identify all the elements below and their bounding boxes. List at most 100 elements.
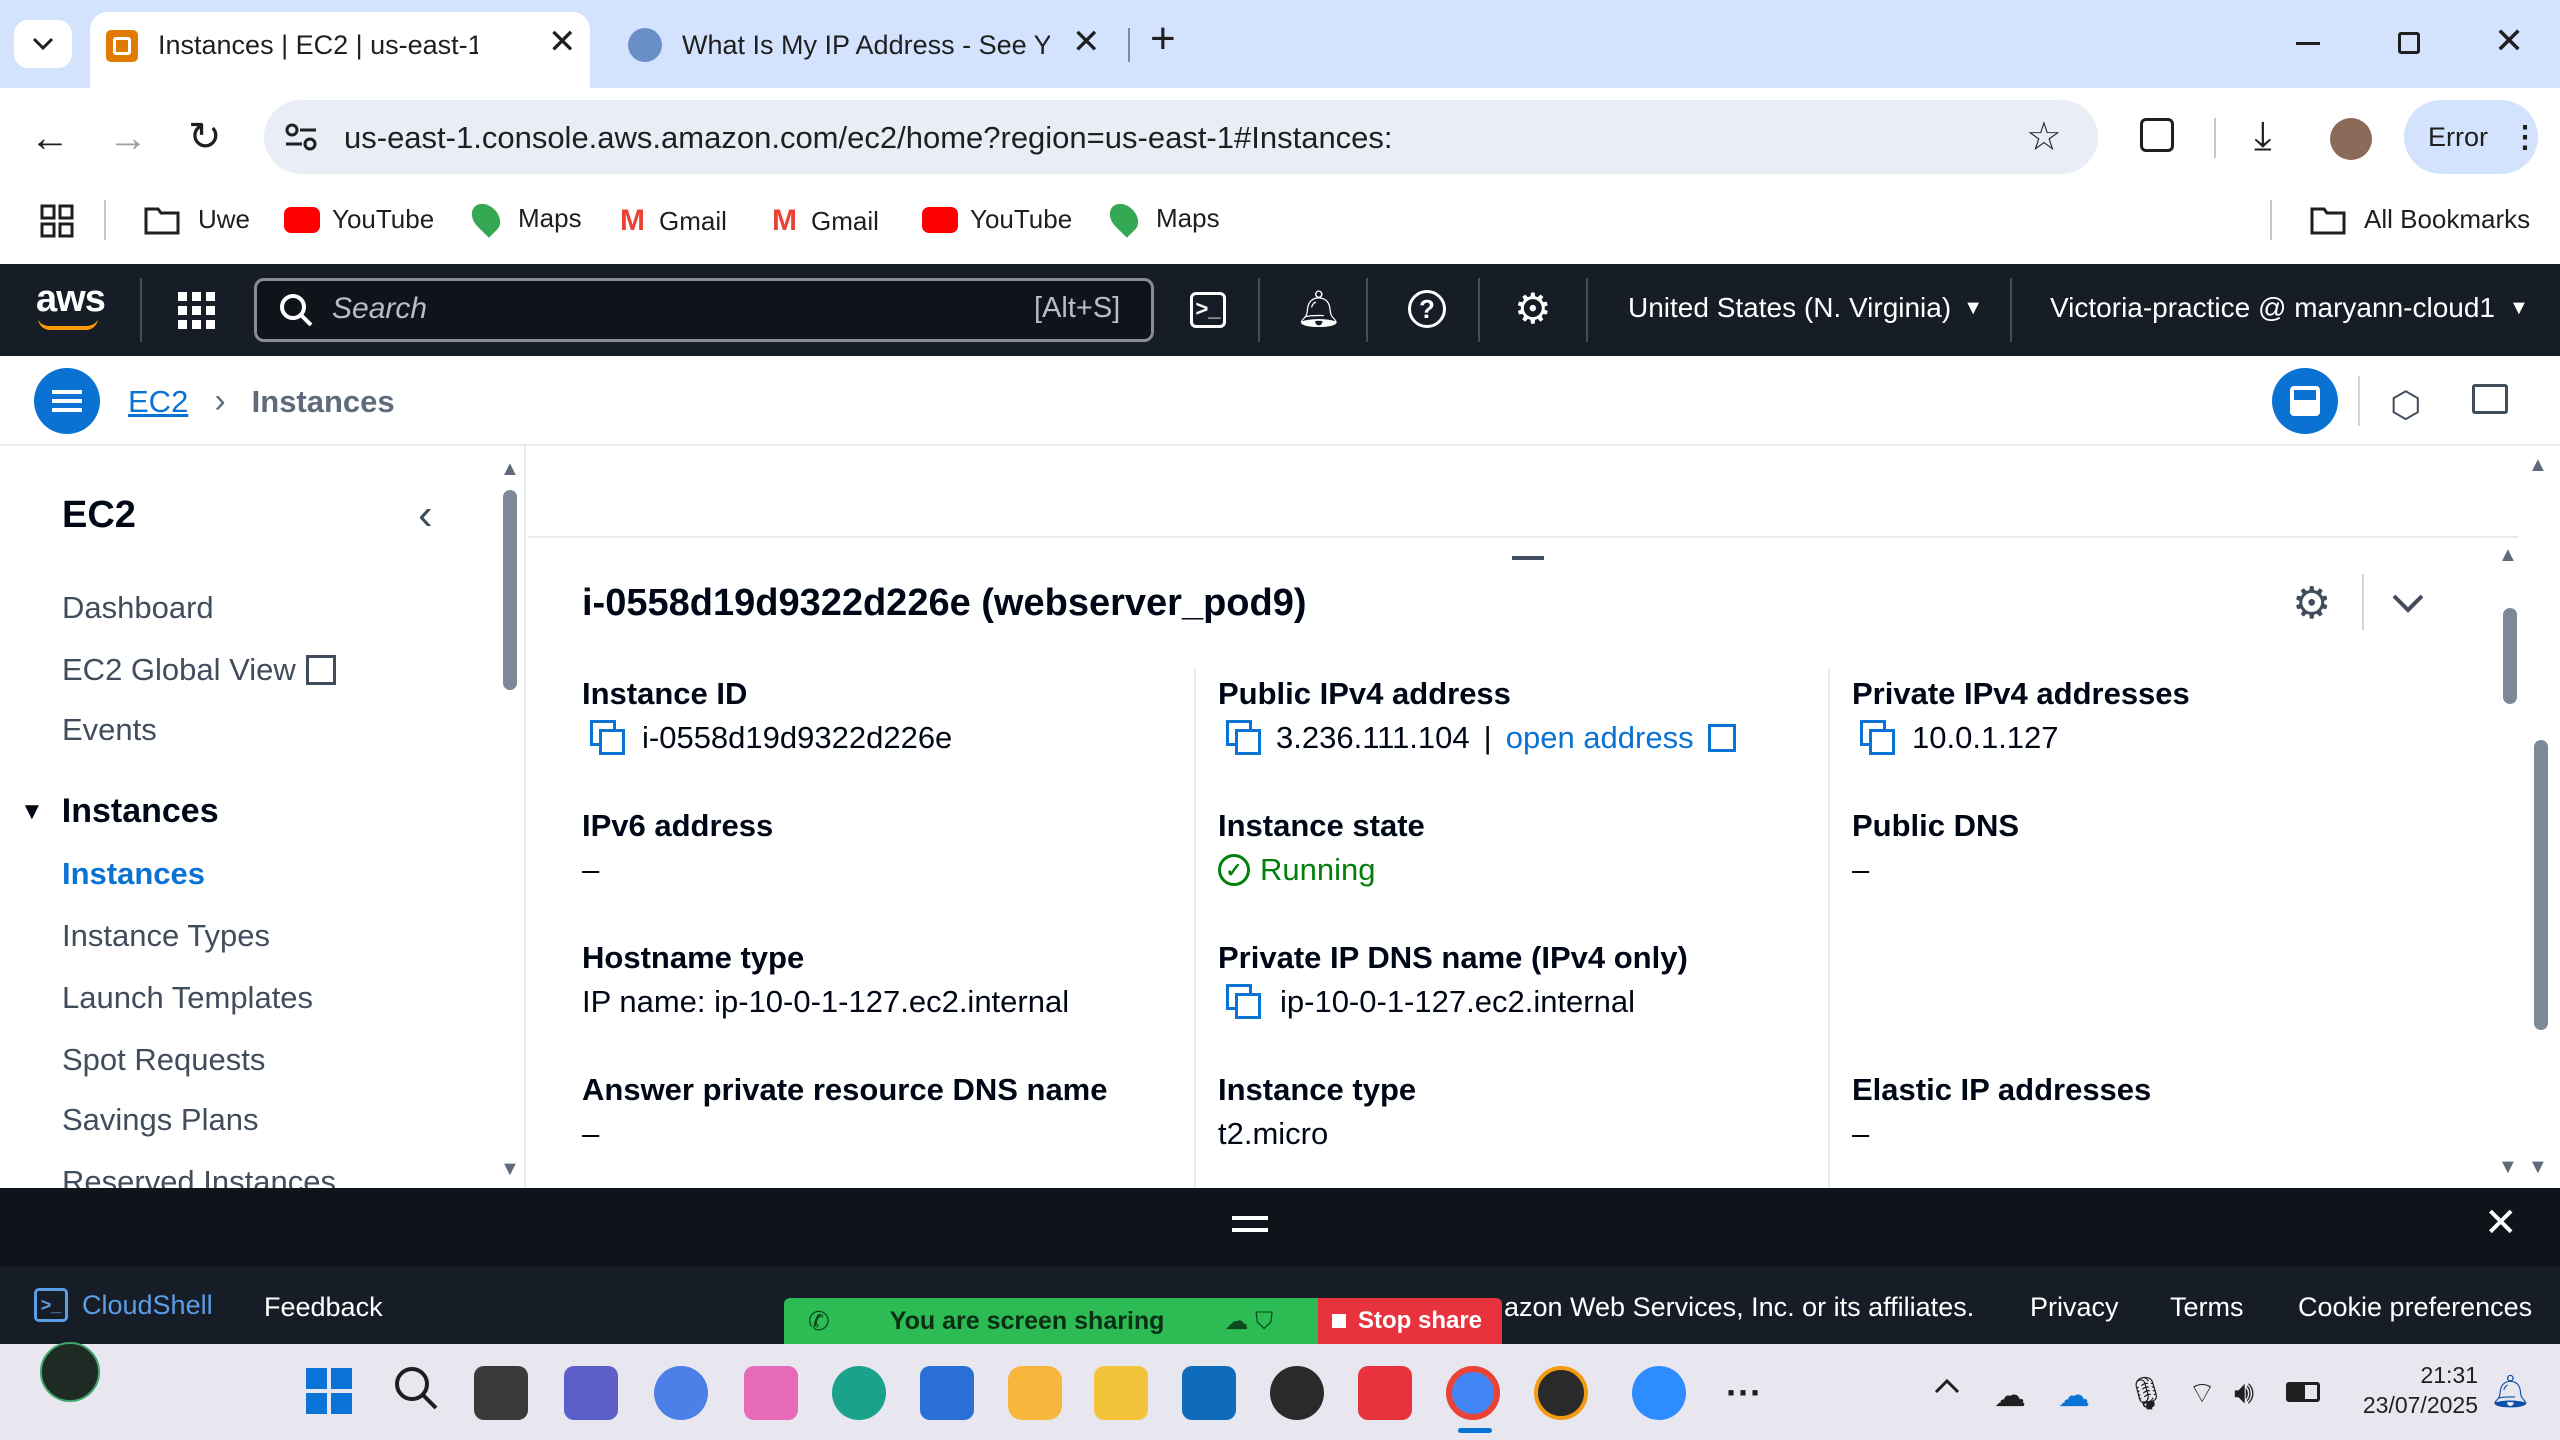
resize-handle[interactable] bbox=[1512, 556, 1544, 560]
scroll-up-icon[interactable]: ▲ bbox=[500, 458, 520, 481]
forward-icon[interactable]: → bbox=[108, 116, 148, 161]
bookmark-gmail[interactable]: M Gmail bbox=[772, 204, 879, 238]
sidebar-item-launch-templates[interactable]: Launch Templates bbox=[62, 980, 313, 1016]
scroll-up-icon[interactable]: ▲ bbox=[2528, 454, 2548, 477]
copy-icon[interactable] bbox=[1226, 720, 1262, 756]
windows-start-icon[interactable] bbox=[306, 1368, 352, 1414]
cloudshell-button[interactable]: >_ CloudShell bbox=[34, 1288, 213, 1322]
hand-app-icon[interactable] bbox=[1008, 1366, 1062, 1420]
help-icon[interactable]: ? bbox=[1408, 290, 1446, 328]
task-view-icon[interactable] bbox=[474, 1366, 528, 1420]
account-menu[interactable]: Victoria-practice @ maryann-cloud1 ▼ bbox=[2050, 292, 2529, 324]
onedrive-icon[interactable]: ☁ bbox=[1994, 1376, 2026, 1414]
close-tab-icon[interactable]: ✕ bbox=[1072, 22, 1101, 62]
collapse-sidebar-icon[interactable]: ‹ bbox=[418, 490, 433, 540]
wps-office-icon[interactable] bbox=[1358, 1366, 1412, 1420]
edge-icon[interactable] bbox=[832, 1366, 886, 1420]
copilot-icon[interactable] bbox=[654, 1366, 708, 1420]
battery-icon[interactable] bbox=[2286, 1382, 2320, 1402]
microphone-icon[interactable]: 🎙︎ bbox=[2126, 1374, 2167, 1412]
open-address-link[interactable]: open address bbox=[1506, 720, 1694, 756]
sidebar-item-instance-types[interactable]: Instance Types bbox=[62, 918, 270, 954]
reload-icon[interactable]: ↻ bbox=[188, 114, 222, 160]
minimize-icon[interactable] bbox=[2296, 42, 2320, 45]
zoom-icon[interactable] bbox=[1632, 1366, 1686, 1420]
restore-icon[interactable] bbox=[2398, 32, 2420, 54]
panel-scrollbar[interactable] bbox=[2503, 608, 2517, 704]
split-panel-toggle-icon[interactable] bbox=[2272, 368, 2338, 434]
stop-share-button[interactable]: Stop share bbox=[1318, 1298, 1502, 1344]
settings-gear-icon[interactable]: ⚙ bbox=[2292, 578, 2331, 629]
bookmark-gmail[interactable]: M Gmail bbox=[620, 204, 727, 238]
media-player-icon[interactable] bbox=[1534, 1366, 1588, 1420]
new-tab-icon[interactable]: + bbox=[1150, 14, 1176, 64]
all-bookmarks-button[interactable]: All Bookmarks bbox=[2310, 204, 2530, 235]
more-menu-icon[interactable]: ⋮ bbox=[2510, 120, 2540, 155]
clock-time[interactable]: 21:31 bbox=[2352, 1362, 2478, 1389]
tab-search-button[interactable] bbox=[14, 20, 72, 68]
bookmark-maps[interactable]: Maps bbox=[1104, 198, 1220, 238]
download-icon[interactable]: ⤓ bbox=[2254, 114, 2272, 159]
bookmark-youtube[interactable]: YouTube bbox=[284, 204, 434, 235]
bookmark-youtube[interactable]: YouTube bbox=[922, 204, 1072, 235]
scroll-down-icon[interactable]: ▼ bbox=[2528, 1156, 2548, 1179]
extensions-icon[interactable] bbox=[2140, 118, 2174, 152]
notification-bell-icon[interactable]: 🔔︎ bbox=[2490, 1372, 2531, 1410]
breadcrumb-ec2-link[interactable]: EC2 bbox=[128, 384, 188, 420]
m365-copilot-icon[interactable] bbox=[744, 1366, 798, 1420]
close-icon[interactable]: ✕ bbox=[2484, 1200, 2518, 1246]
onedrive-business-icon[interactable]: ☁ bbox=[2058, 1376, 2090, 1414]
profile-avatar[interactable] bbox=[2330, 118, 2372, 160]
copy-icon[interactable] bbox=[1226, 984, 1262, 1020]
sidebar-item-reserved-instances[interactable]: Reserved Instances bbox=[62, 1164, 336, 1188]
chrome-icon[interactable] bbox=[1446, 1366, 1500, 1420]
teams-icon[interactable] bbox=[564, 1366, 618, 1420]
sidebar-item-events[interactable]: Events bbox=[62, 712, 157, 748]
close-tab-icon[interactable]: ✕ bbox=[548, 22, 577, 62]
settings-gear-icon[interactable]: ⚙ bbox=[1514, 284, 1552, 333]
pen-widget-icon[interactable] bbox=[40, 1342, 100, 1402]
region-selector[interactable]: United States (N. Virginia) ▼ bbox=[1628, 292, 1983, 324]
terms-link[interactable]: Terms bbox=[2170, 1292, 2244, 1323]
menu-hamburger-icon[interactable] bbox=[34, 368, 100, 434]
sidebar-item-spot-requests[interactable]: Spot Requests bbox=[62, 1042, 265, 1078]
outlook-icon[interactable] bbox=[1182, 1366, 1236, 1420]
more-apps-icon[interactable]: ··· bbox=[1726, 1372, 1762, 1414]
bookmark-star-icon[interactable]: ☆ bbox=[2026, 114, 2062, 160]
sidebar-section-instances[interactable]: ▼ Instances bbox=[20, 792, 219, 831]
services-grid-icon[interactable] bbox=[178, 292, 216, 330]
sidebar-scrollbar[interactable] bbox=[503, 490, 517, 690]
cloudshell-icon[interactable]: >_ bbox=[1190, 292, 1226, 328]
sidebar-item-dashboard[interactable]: Dashboard bbox=[62, 590, 214, 626]
clock-date[interactable]: 23/07/2025 bbox=[2330, 1392, 2478, 1419]
wifi-icon[interactable]: ⌔ bbox=[2188, 1374, 2216, 1412]
bookmark-maps[interactable]: Maps bbox=[466, 198, 582, 238]
privacy-link[interactable]: Privacy bbox=[2030, 1292, 2119, 1323]
copy-icon[interactable] bbox=[590, 720, 626, 756]
search-icon[interactable] bbox=[392, 1364, 440, 1412]
notifications-bell-icon[interactable]: 🔔︎ bbox=[1296, 288, 1342, 330]
cookie-preferences-link[interactable]: Cookie preferences bbox=[2298, 1292, 2532, 1323]
copy-icon[interactable] bbox=[1860, 720, 1896, 756]
feedback-link[interactable]: Feedback bbox=[264, 1292, 383, 1323]
profile-error-button[interactable]: Error ⋮ bbox=[2404, 100, 2540, 174]
monitor-icon[interactable] bbox=[2472, 384, 2508, 414]
volume-icon[interactable]: 🔊︎ bbox=[2234, 1374, 2254, 1412]
scroll-up-icon[interactable]: ▲ bbox=[2498, 544, 2518, 567]
url-text[interactable]: us-east-1.console.aws.amazon.com/ec2/hom… bbox=[344, 120, 1393, 156]
site-info-icon[interactable] bbox=[284, 122, 318, 152]
sidebar-item-instances[interactable]: Instances bbox=[62, 856, 205, 892]
scroll-down-icon[interactable]: ▼ bbox=[2498, 1156, 2518, 1179]
sidebar-item-savings-plans[interactable]: Savings Plans bbox=[62, 1102, 258, 1138]
external-link-icon[interactable] bbox=[1707, 724, 1736, 752]
bookmark-uwe[interactable]: Uwe bbox=[144, 204, 250, 235]
file-explorer-icon[interactable] bbox=[1094, 1366, 1148, 1420]
aws-logo[interactable]: aws bbox=[36, 278, 106, 321]
chevron-up-icon[interactable] bbox=[1934, 1378, 1960, 1394]
hexagon-icon[interactable]: ⬡ bbox=[2390, 384, 2421, 426]
sidebar-item-ec2-global-view[interactable]: EC2 Global View bbox=[62, 652, 336, 688]
page-scrollbar[interactable] bbox=[2534, 740, 2548, 1030]
store-icon[interactable] bbox=[920, 1366, 974, 1420]
obs-icon[interactable] bbox=[1270, 1366, 1324, 1420]
chevron-down-icon[interactable] bbox=[2392, 594, 2424, 614]
